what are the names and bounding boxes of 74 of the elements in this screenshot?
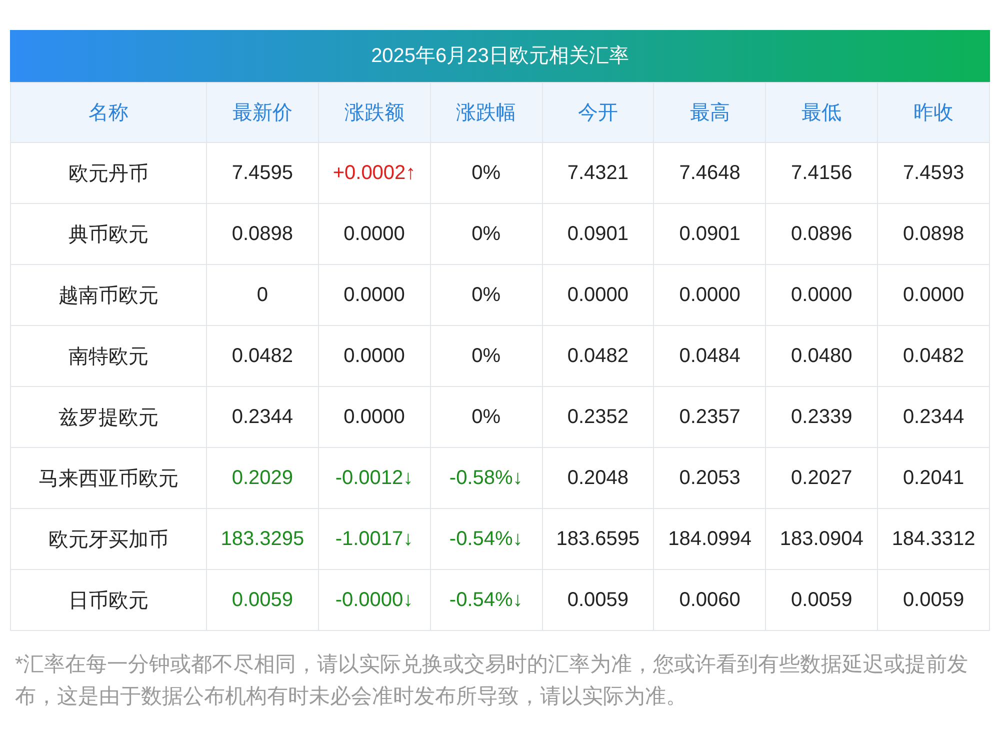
table-title: 2025年6月23日欧元相关汇率 <box>10 30 990 82</box>
table-cell: 0 <box>206 264 318 326</box>
table-cell: 典币欧元 <box>10 204 206 264</box>
table-cell: 兹罗提欧元 <box>10 386 206 448</box>
table-cell: -1.0017↓ <box>318 508 430 570</box>
footnote: *汇率在每一分钟或都不尽相同，请以实际兑换或交易时的汇率为准，您或许看到有些数据延迟或提前发布，这是由于数据公布机构有时未必会准时发布所导致，请以实际为准。 <box>15 652 970 710</box>
table-cell: 日币欧元 <box>10 570 206 630</box>
table-cell: 0.0059 <box>542 570 654 630</box>
table-cell: 0.2357 <box>654 386 766 448</box>
table-cell: 0.0482 <box>206 326 318 386</box>
table-cell: 7.4321 <box>542 142 654 204</box>
table-cell: 欧元牙买加币 <box>10 508 206 570</box>
table-cell: 183.0904 <box>766 508 878 570</box>
table-cell: 0.0480 <box>766 326 878 386</box>
table-cell: 0.2053 <box>654 448 766 508</box>
table-cell: 0.0060 <box>654 570 766 630</box>
table-cell: 0.2344 <box>878 386 990 448</box>
table-cell: 0.0059 <box>878 570 990 630</box>
table-cell: 0.0000 <box>318 326 430 386</box>
table-cell: -0.0012↓ <box>318 448 430 508</box>
table-cell: 0% <box>430 326 542 386</box>
table-cell: +0.0002↑ <box>318 142 430 204</box>
table-cell: 184.3312 <box>878 508 990 570</box>
table-cell: 0.2339 <box>766 386 878 448</box>
table-cell: -0.0000↓ <box>318 570 430 630</box>
table-cell: 0.2041 <box>878 448 990 508</box>
table-cell: 183.3295 <box>206 508 318 570</box>
table-cell: 0.2029 <box>206 448 318 508</box>
table-cell: 7.4156 <box>766 142 878 204</box>
table-cell: 0.2352 <box>542 386 654 448</box>
table-cell: 0.0000 <box>318 386 430 448</box>
table-cell: -0.54%↓ <box>430 570 542 630</box>
table-cell: 0.2344 <box>206 386 318 448</box>
column-header: 涨跌额 <box>318 82 430 142</box>
table-cell: 0% <box>430 386 542 448</box>
table-cell: 0.0000 <box>318 204 430 264</box>
column-header: 今开 <box>542 82 654 142</box>
table-cell: 0.0898 <box>878 204 990 264</box>
column-header: 名称 <box>10 82 206 142</box>
table-cell: 0.0484 <box>654 326 766 386</box>
column-header: 昨收 <box>878 82 990 142</box>
table-cell: 0.2027 <box>766 448 878 508</box>
table-cell: 0.0059 <box>206 570 318 630</box>
table-cell: 0.0000 <box>766 264 878 326</box>
table-cell: 南特欧元 <box>10 326 206 386</box>
table-cell: 0.0000 <box>654 264 766 326</box>
table-cell: 0% <box>430 264 542 326</box>
table-cell: 0.0482 <box>878 326 990 386</box>
table-cell: -0.58%↓ <box>430 448 542 508</box>
table-cell: 越南币欧元 <box>10 264 206 326</box>
table-cell: 184.0994 <box>654 508 766 570</box>
table-cell: -0.54%↓ <box>430 508 542 570</box>
table-cell: 0.0901 <box>654 204 766 264</box>
table-cell: 0.0059 <box>766 570 878 630</box>
table-cell: 0.0896 <box>766 204 878 264</box>
table-cell: 7.4595 <box>206 142 318 204</box>
table-cell: 0.0901 <box>542 204 654 264</box>
column-header: 涨跌幅 <box>430 82 542 142</box>
column-header: 最高 <box>654 82 766 142</box>
table-cell: 0.0898 <box>206 204 318 264</box>
table-cell: 0.0000 <box>542 264 654 326</box>
table-cell: 0.0482 <box>542 326 654 386</box>
table-cell: 0% <box>430 142 542 204</box>
table-cell: 183.6595 <box>542 508 654 570</box>
table-cell: 7.4593 <box>878 142 990 204</box>
column-header: 最低 <box>766 82 878 142</box>
table-cell: 0% <box>430 204 542 264</box>
table-cell: 0.0000 <box>318 264 430 326</box>
table-cell: 马来西亚币欧元 <box>10 448 206 508</box>
table-cell: 7.4648 <box>654 142 766 204</box>
table-cell: 0.2048 <box>542 448 654 508</box>
column-header: 最新价 <box>206 82 318 142</box>
table-cell: 欧元丹币 <box>10 142 206 204</box>
table-cell: 0.0000 <box>878 264 990 326</box>
